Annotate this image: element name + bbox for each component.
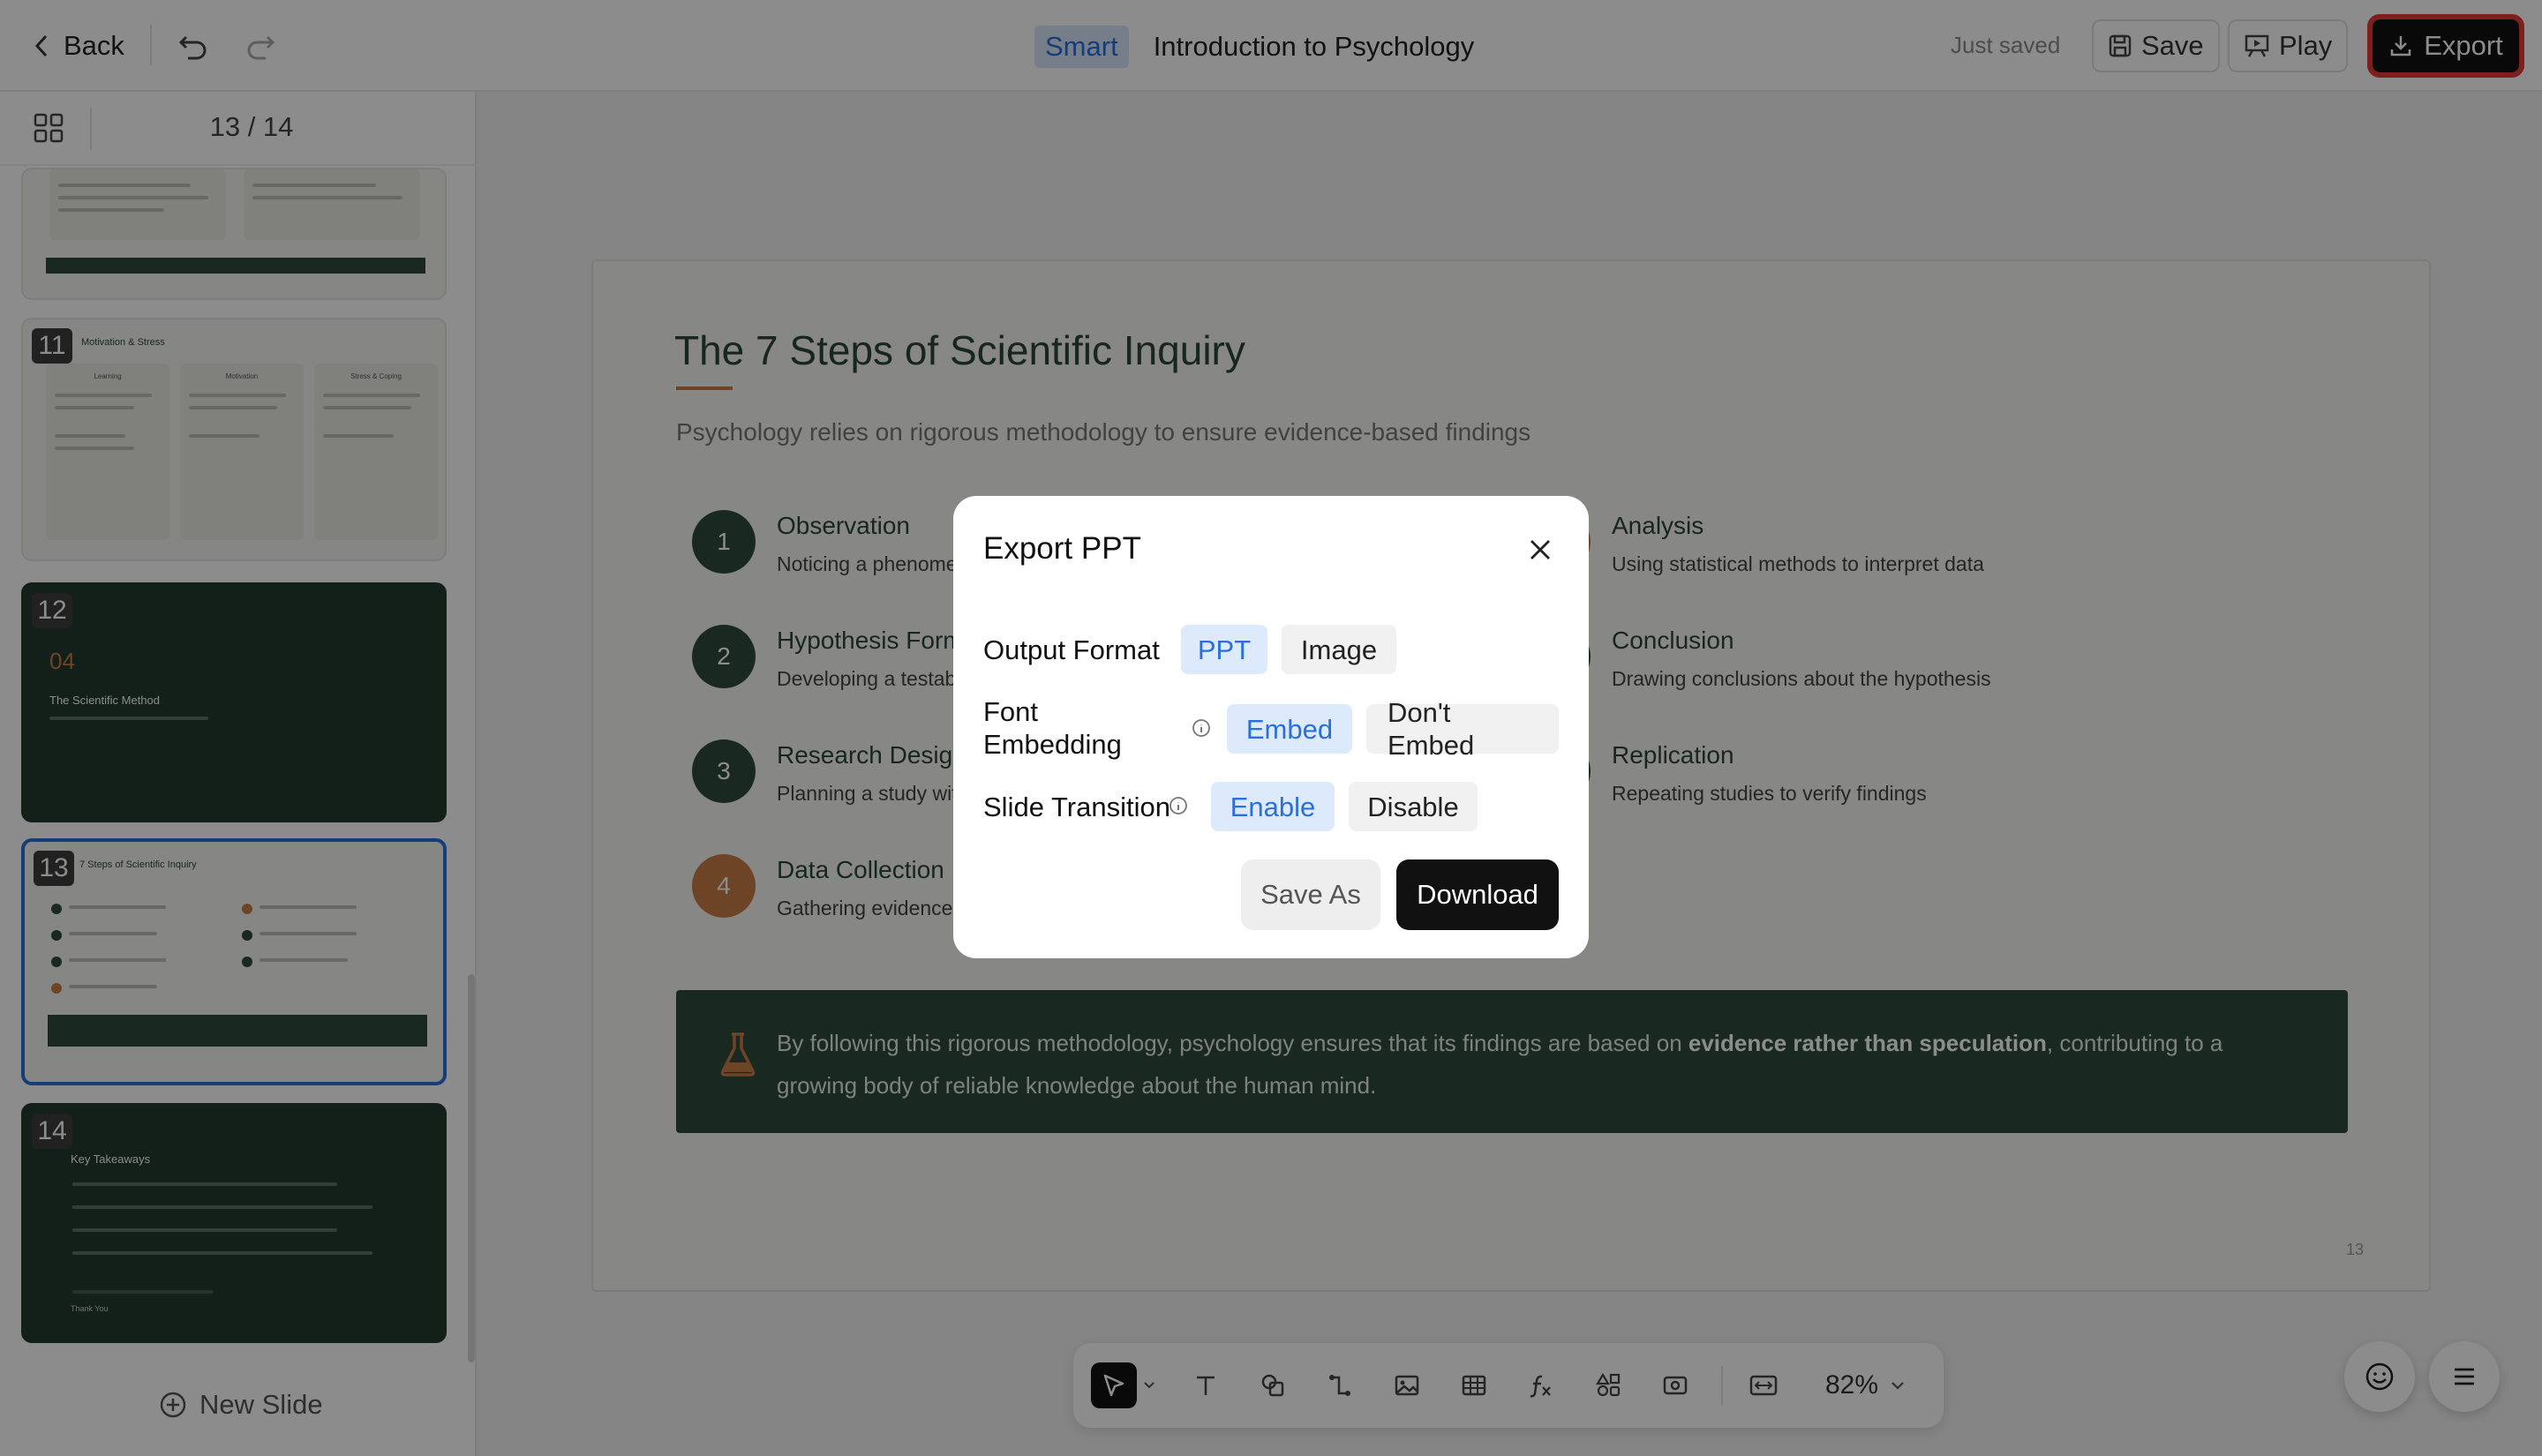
transition-option-enable[interactable]: Enable (1211, 782, 1335, 831)
close-icon (1530, 540, 1550, 559)
font-embedding-label: Font Embedding (983, 696, 1122, 760)
info-icon[interactable] (1169, 796, 1188, 815)
info-icon[interactable] (1192, 718, 1211, 738)
output-format-label: Output Format (983, 634, 1160, 665)
save-as-button[interactable]: Save As (1241, 859, 1380, 930)
format-option-image[interactable]: Image (1282, 625, 1396, 674)
format-option-ppt[interactable]: PPT (1181, 625, 1267, 674)
transition-option-disable[interactable]: Disable (1349, 782, 1478, 831)
download-button[interactable]: Download (1396, 859, 1559, 930)
slide-transition-label: Slide Transition (983, 792, 1170, 822)
dialog-title: Export PPT (983, 531, 1141, 566)
close-button[interactable] (1518, 528, 1562, 572)
embed-option-embed[interactable]: Embed (1227, 704, 1352, 754)
embed-option-dont-embed[interactable]: Don't Embed (1366, 697, 1559, 761)
export-ppt-dialog: Export PPT Output Format PPT Image Font E… (953, 496, 1589, 958)
